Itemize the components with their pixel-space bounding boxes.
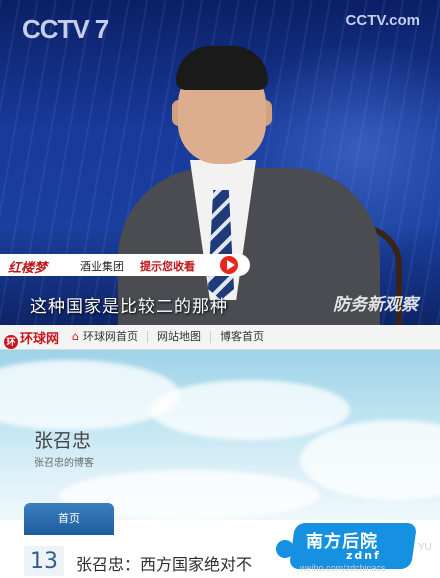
- channel-logo-text: CCTV: [22, 14, 90, 44]
- sponsor-strip: 红楼梦 酒业集团 提示您收看: [0, 254, 250, 276]
- sponsor-tip: 提示您收看: [140, 260, 195, 273]
- nav-item-sitemap[interactable]: 网站地图: [146, 330, 210, 343]
- post-date-day: 13: [24, 546, 64, 576]
- channel-logo: CCTV 7: [22, 14, 110, 45]
- site-logo-mark: 环: [4, 335, 18, 349]
- show-logo: 防务新观察: [333, 295, 418, 315]
- cloud-decoration: [0, 360, 180, 430]
- sponsor-brand: 红楼梦: [8, 261, 48, 276]
- cloud-decoration: [300, 420, 440, 500]
- tab-home[interactable]: 首页: [24, 503, 114, 535]
- tv-broadcast-frame: CCTV 7 CCTV.com 红楼梦 酒业集团 提示您收看 这种国家是比较二的那…: [0, 0, 440, 325]
- top-bar: 环环球网 ⌂ 环球网首页 网站地图 博客首页: [0, 325, 440, 350]
- watermark-subtitle: zdnf: [346, 549, 381, 562]
- home-icon: ⌂: [72, 330, 79, 343]
- post-title-link[interactable]: 张召忠：西方国家绝对不: [76, 551, 252, 575]
- watermark-yu: YU: [418, 542, 432, 553]
- sponsor-group: 酒业集团: [80, 260, 124, 273]
- nav-item-home[interactable]: 环球网首页: [83, 330, 147, 343]
- site-logo[interactable]: 环环球网: [4, 328, 59, 349]
- nav-item-blog-home[interactable]: 博客首页: [209, 330, 273, 343]
- blog-title: 张召忠: [34, 430, 92, 452]
- cloud-decoration: [150, 380, 350, 440]
- network-logo: CCTV.com: [345, 12, 420, 29]
- subtitle-caption: 这种国家是比较二的那种: [30, 297, 228, 317]
- top-nav: ⌂ 环球网首页 网站地图 博客首页: [72, 330, 273, 343]
- blog-banner: 张召忠 张召忠的博客: [0, 350, 440, 520]
- site-logo-text: 环球网: [20, 331, 60, 346]
- anchor-hair: [176, 46, 268, 90]
- play-icon[interactable]: [218, 254, 240, 276]
- blog-subtitle: 张召忠的博客: [34, 458, 94, 469]
- channel-number: 7: [94, 14, 110, 44]
- watermark-weibo-url: weibo.com/zdchinacs: [300, 563, 386, 573]
